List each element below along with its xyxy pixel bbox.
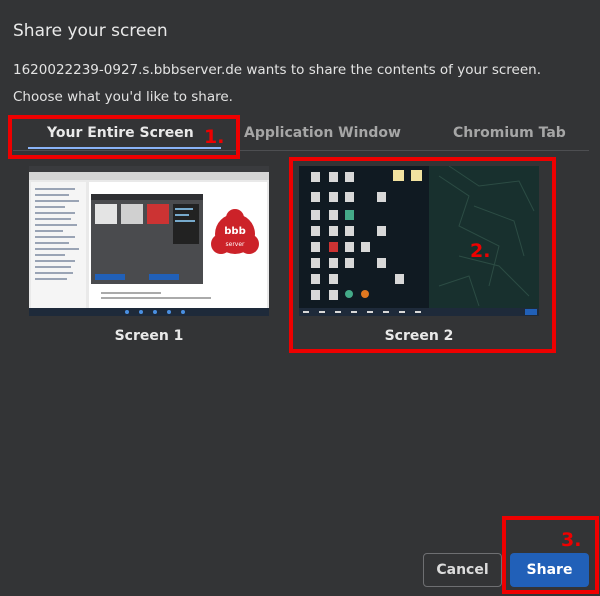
- screen-1-option[interactable]: bbb server: [29, 166, 269, 316]
- dialog-title: Share your screen: [13, 21, 168, 41]
- annotation-number-2: 2.: [470, 240, 491, 262]
- annotation-box-2: [289, 157, 556, 353]
- dialog-prompt: Choose what you'd like to share.: [13, 89, 233, 105]
- screen-1-thumbnail: bbb server: [29, 166, 269, 316]
- tab-application-window[interactable]: Application Window: [244, 125, 401, 141]
- thumb-logo-text: bbb: [224, 226, 245, 237]
- dialog-description: 1620022239-0927.s.bbbserver.de wants to …: [13, 62, 542, 78]
- cancel-button[interactable]: Cancel: [423, 553, 502, 587]
- thumb-logo-subtext: server: [226, 241, 246, 248]
- annotation-number-3: 3.: [561, 529, 582, 551]
- annotation-number-1: 1.: [204, 126, 225, 148]
- tab-chromium-tab[interactable]: Chromium Tab: [453, 125, 566, 141]
- screen-1-label: Screen 1: [114, 328, 184, 344]
- annotation-box-3: [502, 516, 599, 594]
